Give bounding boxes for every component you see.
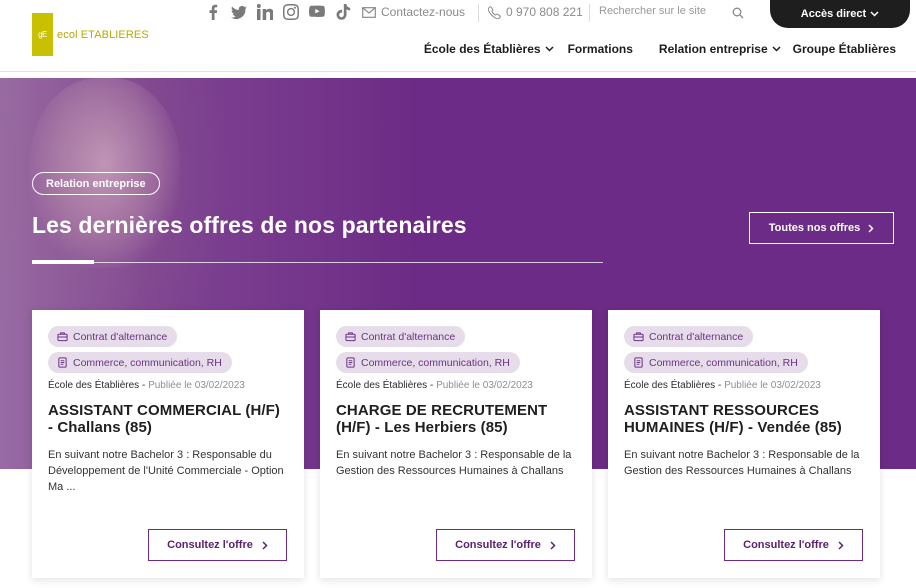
divider xyxy=(32,262,603,263)
category-label: Commerce, communication, RH xyxy=(73,356,222,369)
document-icon xyxy=(58,357,67,368)
contact-label: Contactez-nous xyxy=(381,5,466,19)
contract-label: Contrat d'alternance xyxy=(649,330,744,343)
offer-list: Contrat d'alternance Commerce, communica… xyxy=(32,310,880,578)
school-name: École des Établières xyxy=(624,380,716,391)
main-navigation: École des Établières Formations Relation… xyxy=(424,42,896,56)
briefcase-icon xyxy=(345,332,356,342)
category-badge: Commerce, communication, RH xyxy=(336,352,520,373)
chevron-right-icon xyxy=(838,540,844,550)
contract-label: Contrat d'alternance xyxy=(361,330,456,343)
all-offers-button[interactable]: Toutes nos offres xyxy=(749,212,894,244)
logo-suffix: ETABLIERES xyxy=(80,28,149,41)
page-title: Les dernières offres de nos partenaires xyxy=(32,212,467,238)
instagram-icon[interactable] xyxy=(282,4,300,20)
chevron-down-icon xyxy=(870,11,879,17)
nav-label: Formations xyxy=(567,42,633,56)
acces-direct-button[interactable]: Accès direct xyxy=(770,0,910,28)
offer-card: Contrat d'alternance Commerce, communica… xyxy=(320,310,592,578)
separator xyxy=(589,4,590,22)
logo-mark: gE xyxy=(32,13,53,56)
search-icon[interactable] xyxy=(732,6,744,24)
offer-meta: École des Établières - Publiée le 03/02/… xyxy=(624,380,821,391)
offer-description: En suivant notre Bachelor 3 : Responsabl… xyxy=(624,449,860,477)
tiktok-icon[interactable] xyxy=(334,4,352,20)
social-links xyxy=(204,4,352,20)
logo-wordmark: ecol ETABLIERES xyxy=(57,29,149,41)
contract-badge: Contrat d'alternance xyxy=(336,326,466,347)
contract-badge: Contrat d'alternance xyxy=(48,326,178,347)
offer-description: En suivant notre Bachelor 3 : Responsabl… xyxy=(48,449,284,493)
phone-icon xyxy=(488,5,501,19)
contact-link[interactable]: Contactez-nous xyxy=(362,5,465,19)
offer-card: Contrat d'alternance Commerce, communica… xyxy=(608,310,880,578)
phone-number: 0 970 808 221 xyxy=(506,5,583,19)
nav-label: Relation entreprise xyxy=(658,42,768,56)
publish-date: Publiée le 03/02/2023 xyxy=(724,380,821,391)
briefcase-icon xyxy=(57,332,68,342)
document-icon xyxy=(346,357,355,368)
separator xyxy=(478,4,479,22)
chevron-right-icon xyxy=(550,540,556,550)
offer-meta: École des Établières - Publiée le 03/02/… xyxy=(336,380,533,391)
category-badge: Commerce, communication, RH xyxy=(48,352,232,373)
consult-label: Consultez l'offre xyxy=(167,539,253,551)
consult-offer-button[interactable]: Consultez l'offre xyxy=(436,529,575,561)
school-name: École des Établières xyxy=(48,380,140,391)
category-label: Commerce, communication, RH xyxy=(649,356,798,369)
offer-meta: École des Établières - Publiée le 03/02/… xyxy=(48,380,245,391)
category-badge: Commerce, communication, RH xyxy=(624,352,808,373)
publish-date: Publiée le 03/02/2023 xyxy=(148,380,245,391)
document-icon xyxy=(634,357,643,368)
nav-item-relation-entreprise[interactable]: Relation entreprise xyxy=(659,42,781,56)
twitter-icon[interactable] xyxy=(230,4,248,20)
facebook-icon[interactable] xyxy=(204,4,222,20)
offer-card: Contrat d'alternance Commerce, communica… xyxy=(32,310,304,578)
chevron-right-icon xyxy=(868,223,874,233)
linkedin-icon[interactable] xyxy=(256,4,274,20)
school-name: École des Établières xyxy=(336,380,428,391)
site-header: gE ecol ETABLIERES Contactez-nous 0 970 … xyxy=(0,0,916,72)
offer-title[interactable]: ASSISTANT COMMERCIAL (H/F) - Challans (8… xyxy=(48,402,288,436)
nav-item-formations[interactable]: Formations xyxy=(568,42,633,56)
all-offers-label: Toutes nos offres xyxy=(768,222,861,234)
category-tag[interactable]: Relation entreprise xyxy=(32,172,160,195)
logo-prefix: ecol xyxy=(57,28,78,41)
consult-offer-button[interactable]: Consultez l'offre xyxy=(148,529,287,561)
offer-title[interactable]: ASSISTANT RESSOURCES HUMAINES (H/F) - Ve… xyxy=(624,402,864,436)
contract-badge: Contrat d'alternance xyxy=(624,326,754,347)
offer-description: En suivant notre Bachelor 3 : Responsabl… xyxy=(336,449,572,477)
consult-offer-button[interactable]: Consultez l'offre xyxy=(724,529,863,561)
briefcase-icon xyxy=(633,332,644,342)
consult-label: Consultez l'offre xyxy=(455,539,541,551)
nav-label: Groupe Établières xyxy=(792,42,896,56)
offer-title[interactable]: CHARGE DE RECRUTEMENT (H/F) - Les Herbie… xyxy=(336,402,576,436)
acces-direct-label: Accès direct xyxy=(800,8,867,20)
nav-item-groupe[interactable]: Groupe Établières xyxy=(793,42,896,56)
divider-accent xyxy=(32,260,94,264)
nav-item-ecole[interactable]: École des Établières xyxy=(424,42,554,56)
chevron-down-icon xyxy=(772,46,781,52)
youtube-icon[interactable] xyxy=(308,4,326,20)
search-input[interactable]: Rechercher sur le site xyxy=(599,5,749,17)
consult-label: Consultez l'offre xyxy=(743,539,829,551)
mail-icon xyxy=(362,6,376,18)
phone-link[interactable]: 0 970 808 221 xyxy=(488,5,583,19)
chevron-down-icon xyxy=(545,46,554,52)
contract-label: Contrat d'alternance xyxy=(73,330,168,343)
chevron-right-icon xyxy=(262,540,268,550)
nav-label: École des Établières xyxy=(423,42,541,56)
category-label: Commerce, communication, RH xyxy=(361,356,510,369)
publish-date: Publiée le 03/02/2023 xyxy=(436,380,533,391)
utility-bar: Contactez-nous 0 970 808 221 Rechercher … xyxy=(200,0,916,28)
site-logo[interactable]: gE ecol ETABLIERES xyxy=(32,13,149,56)
